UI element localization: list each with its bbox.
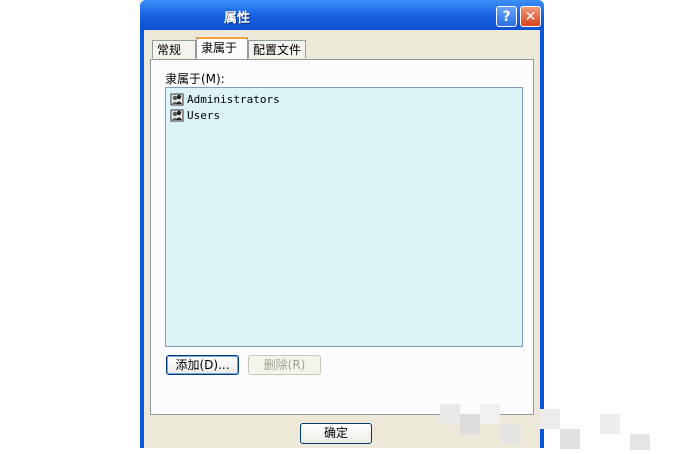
dialog-body: 常规 隶属于 配置文件 隶属于(M): Administrators Users… [144,30,540,448]
tab-member-of[interactable]: 隶属于 [196,37,248,59]
member-of-list[interactable]: Administrators Users [165,87,523,347]
list-item-label: Users [187,108,221,122]
tab-profile[interactable]: 配置文件 [248,40,306,58]
ok-button[interactable]: 确定 [300,423,372,444]
properties-window: 属性 ? ✕ 常规 隶属于 配置文件 隶属于(M): Administrator… [140,0,544,448]
member-of-label: 隶属于(M): [165,72,225,86]
help-button[interactable]: ? [496,6,517,27]
tab-general[interactable]: 常规 [152,40,196,58]
add-button[interactable]: 添加(D)... [166,355,239,375]
member-of-panel: 隶属于(M): Administrators Users 添加(D)... 删除… [150,59,534,415]
list-item-users[interactable]: Users [170,107,220,123]
title-bar[interactable]: 属性 ? ✕ [140,0,544,30]
group-icon [170,109,184,122]
group-icon [170,93,184,106]
remove-button[interactable]: 删除(R) [248,355,321,375]
list-item-administrators[interactable]: Administrators [170,91,280,107]
list-item-label: Administrators [187,92,280,106]
pixelated-watermark [440,404,650,450]
close-button[interactable]: ✕ [520,6,541,27]
window-title: 属性 [224,11,251,26]
